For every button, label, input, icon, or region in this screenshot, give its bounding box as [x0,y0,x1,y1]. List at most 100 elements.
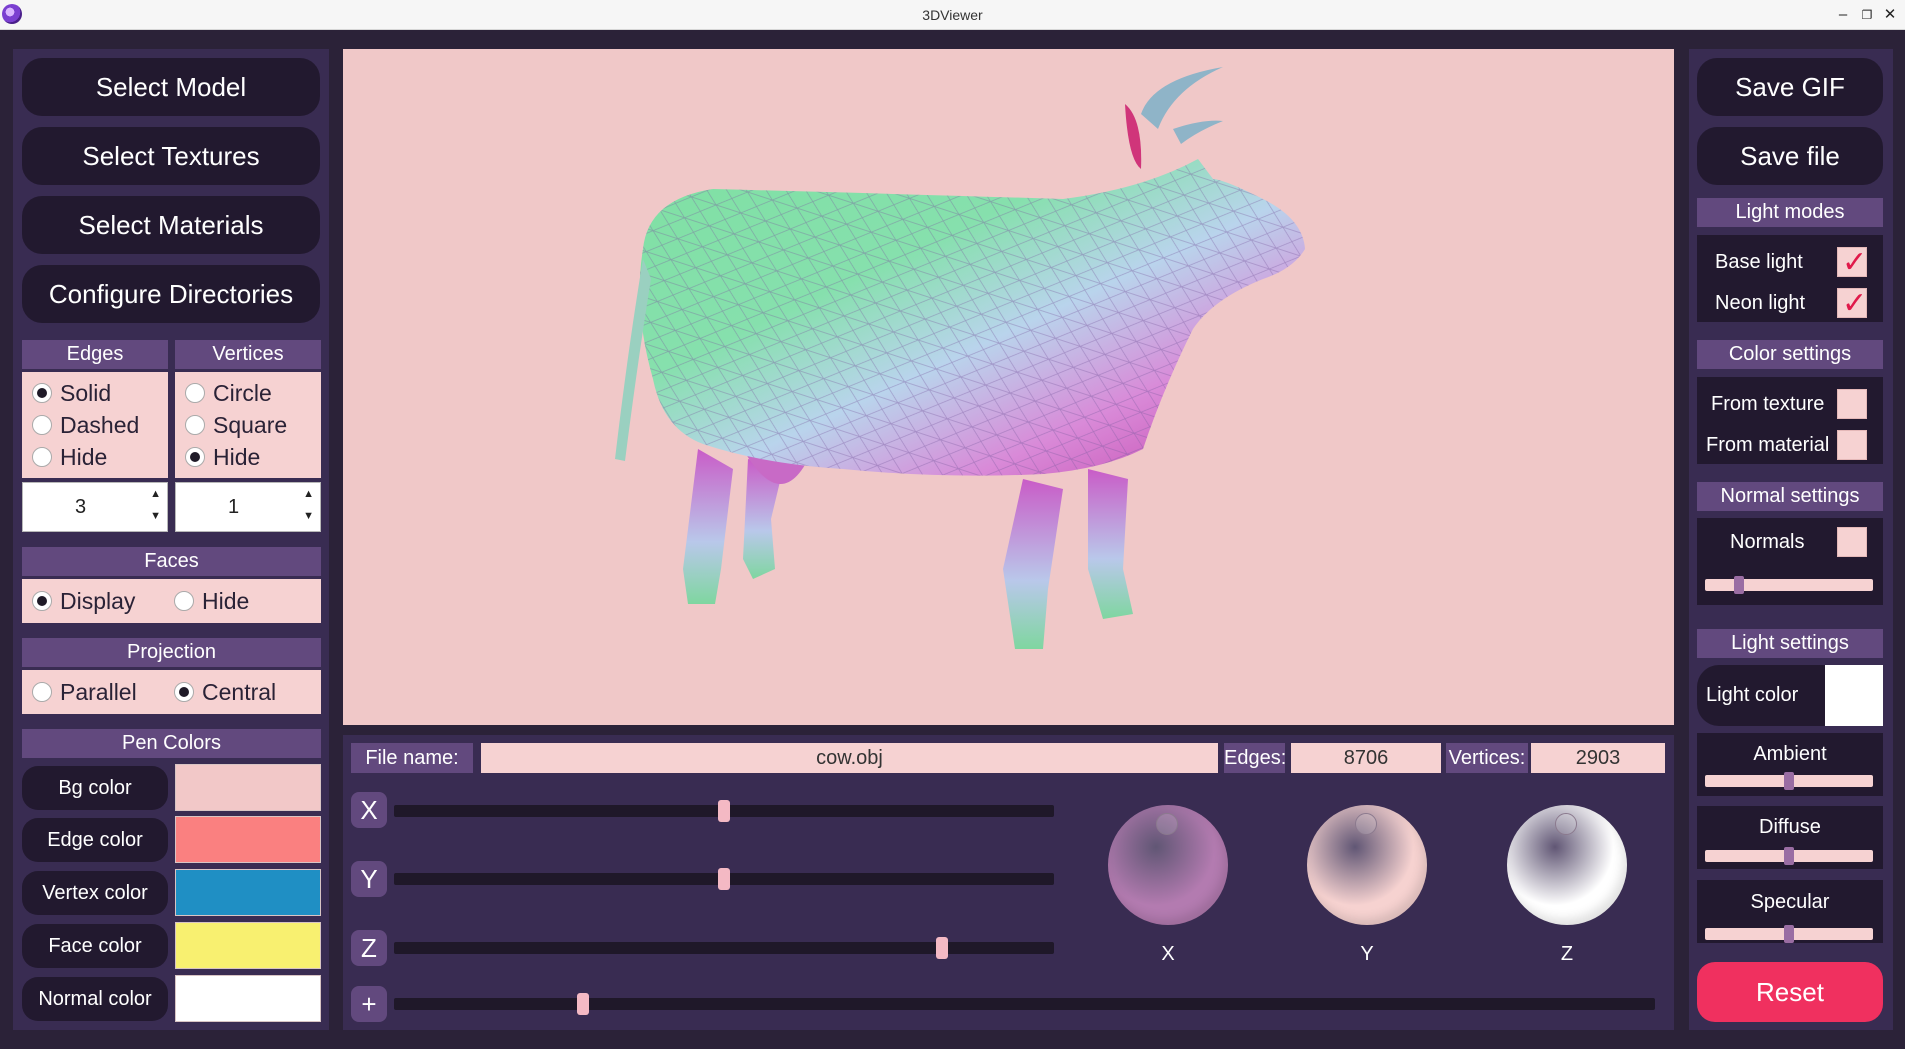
normal-color-button[interactable]: Normal color [22,977,168,1021]
vertex-color-swatch[interactable] [175,869,321,916]
save-file-button[interactable]: Save file [1697,127,1883,185]
spin-up-icon[interactable]: ▲ [150,488,161,500]
faces-display-radio[interactable]: Display [32,585,174,617]
close-icon[interactable]: ✕ [1879,3,1901,27]
face-color-swatch[interactable] [175,922,321,969]
vertices-square-radio[interactable]: Square [185,409,321,441]
select-textures-button[interactable]: Select Textures [22,127,320,185]
normal-length-slider[interactable] [1705,579,1873,591]
ambient-slider-handle[interactable] [1784,772,1794,790]
z-rotation-slider[interactable] [394,942,1054,954]
y-slider-handle[interactable] [718,868,730,890]
radio-label: Display [60,587,136,614]
vertices-hide-radio[interactable]: Hide [185,441,321,473]
vertex-size-spinbox[interactable]: 1 ▲ ▼ [175,482,321,532]
bg-color-button[interactable]: Bg color [22,766,168,810]
edges-hide-radio[interactable]: Hide [32,441,168,473]
vertices-circle-radio[interactable]: Circle [185,377,321,409]
radio-off-icon [32,447,52,467]
spin-down-icon[interactable]: ▼ [150,510,161,522]
edges-count-label: Edges: [1224,743,1286,773]
z-slider-handle[interactable] [935,937,948,959]
edges-dashed-radio[interactable]: Dashed [32,409,168,441]
radio-label: Solid [60,379,112,406]
x-dial[interactable] [1108,805,1228,925]
light-color-swatch[interactable] [1825,665,1883,726]
neon-light-checkbox[interactable] [1837,286,1867,321]
radio-on-icon [185,447,205,467]
faces-header: Faces [22,547,321,576]
faces-options: Display Hide [22,579,321,623]
window-title: 3DViewer [922,7,983,23]
radio-on-icon [174,682,194,702]
diffuse-slider-handle[interactable] [1784,847,1794,865]
file-name-field: cow.obj [481,743,1218,773]
edges-solid-radio[interactable]: Solid [32,377,168,409]
face-color-button[interactable]: Face color [22,924,168,968]
radio-label: Hide [202,587,250,614]
cow-model [615,67,1305,649]
normal-settings-header: Normal settings [1697,482,1883,511]
edge-color-swatch[interactable] [175,816,321,863]
bg-color-swatch[interactable] [175,764,321,811]
edges-header: Edges [22,340,168,369]
x-dial-label: X [1161,943,1175,965]
faces-hide-radio[interactable]: Hide [174,585,249,617]
spin-up-icon[interactable]: ▲ [303,488,314,500]
select-materials-button[interactable]: Select Materials [22,196,320,254]
edge-color-button[interactable]: Edge color [22,818,168,862]
from-texture-checkbox[interactable] [1837,389,1867,419]
radio-label: Hide [60,443,108,470]
y-dial-label: Y [1360,943,1374,965]
file-name-label: File name: [351,743,473,773]
radio-label: Parallel [60,678,137,705]
color-settings-header: Color settings [1697,340,1883,369]
configure-directories-button[interactable]: Configure Directories [22,265,320,323]
restore-icon[interactable]: ❐ [1856,3,1878,27]
z-dial[interactable] [1507,805,1627,925]
model-viewport[interactable] [343,49,1674,725]
pen-colors-header: Pen Colors [22,729,321,758]
radio-on-icon [32,383,52,403]
normal-slider-handle[interactable] [1733,576,1744,594]
projection-options: Parallel Central [22,670,321,714]
projection-parallel-radio[interactable]: Parallel [32,676,174,708]
normals-checkbox[interactable] [1837,527,1867,557]
dial-knob[interactable] [1555,813,1577,835]
ambient-label: Ambient [1753,743,1827,765]
scale-slider-handle[interactable] [577,993,590,1015]
radio-off-icon [185,383,205,403]
radio-off-icon [32,415,52,435]
normals-label: Normals [1730,531,1805,553]
x-slider-handle[interactable] [718,800,730,822]
z-dial-label: Z [1560,943,1574,965]
reset-button[interactable]: Reset [1697,962,1883,1022]
edges-count-field: 8706 [1291,743,1441,773]
normal-color-swatch[interactable] [175,975,321,1022]
from-material-checkbox[interactable] [1837,430,1867,460]
save-gif-button[interactable]: Save GIF [1697,58,1883,116]
projection-header: Projection [22,638,321,667]
edge-width-spinbox[interactable]: 3 ▲ ▼ [22,482,168,532]
vertex-color-button[interactable]: Vertex color [22,871,168,915]
projection-central-radio[interactable]: Central [174,676,276,708]
spinbox-value: 3 [74,496,87,518]
x-axis-badge: X [351,792,387,828]
specular-slider-handle[interactable] [1784,925,1794,943]
select-model-button[interactable]: Select Model [22,58,320,116]
y-dial[interactable] [1307,805,1427,925]
radio-label: Central [202,678,277,705]
radio-off-icon [174,591,194,611]
light-color-label: Light color [1706,684,1799,706]
neon-light-label: Neon light [1715,292,1806,314]
base-light-checkbox[interactable] [1837,245,1867,280]
dial-knob[interactable] [1355,813,1377,835]
y-axis-badge: Y [351,861,387,897]
spin-down-icon[interactable]: ▼ [303,510,314,522]
scale-badge: + [351,986,387,1022]
diffuse-label: Diffuse [1759,816,1821,838]
radio-label: Circle [213,379,272,406]
dial-knob[interactable] [1156,813,1178,835]
vertices-options: Circle Square Hide [175,372,321,478]
minimize-icon[interactable]: – [1832,3,1854,27]
